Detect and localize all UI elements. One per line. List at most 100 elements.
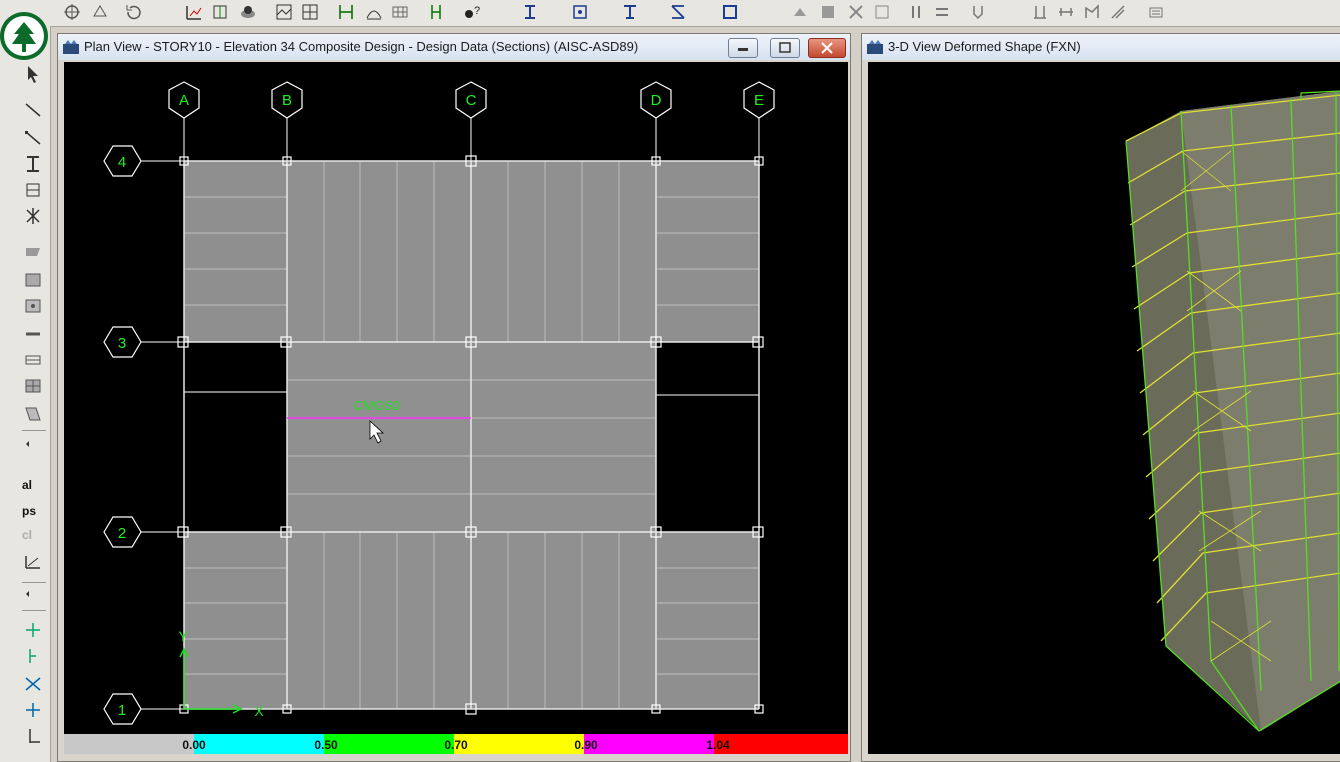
app-logo-icon — [0, 0, 50, 68]
elevation-view-icon[interactable] — [184, 2, 204, 22]
svg-text:?: ? — [474, 5, 480, 17]
move-icon[interactable] — [62, 2, 82, 22]
scroll-arrow-icon[interactable] — [22, 434, 44, 454]
brace-icon[interactable] — [668, 2, 688, 22]
grid-label-b: B — [282, 92, 292, 109]
point-load-icon[interactable] — [818, 2, 838, 22]
3d-canvas[interactable] — [868, 62, 1340, 754]
snap-end-icon[interactable] — [22, 646, 44, 666]
grid-label-2: 2 — [118, 525, 126, 542]
legend-label: 0.90 — [574, 738, 598, 752]
deformed-icon[interactable] — [1030, 2, 1050, 22]
ibeam-icon[interactable] — [520, 2, 540, 22]
legend-swatch-yellow — [454, 734, 584, 754]
draw-frame-icon[interactable] — [22, 128, 44, 148]
close-button[interactable] — [808, 38, 846, 58]
tool-al[interactable]: al — [22, 478, 32, 492]
3d-view-title: 3-D View Deformed Shape (FXN) — [888, 39, 1081, 54]
snap-perpendicular-icon[interactable] — [22, 700, 44, 720]
line-load-icon[interactable] — [846, 2, 866, 22]
snap-icon[interactable] — [22, 552, 44, 572]
mesh-icon[interactable] — [22, 404, 44, 424]
grid-label-d: D — [651, 92, 662, 109]
etabs-window-icon — [63, 40, 79, 54]
stress-icon[interactable] — [1108, 2, 1128, 22]
plan-view-titlebar[interactable]: Plan View - STORY10 - Elevation 34 Compo… — [58, 34, 850, 60]
legend-label: 0.00 — [182, 738, 206, 752]
stress-ratio-legend: 0.00 0.50 0.70 0.90 1.04 — [64, 734, 848, 754]
plan-canvas[interactable]: A B C D E 4 3 2 1 CMGS0 Y X — [64, 62, 848, 734]
slab-area — [656, 532, 759, 709]
maximize-icon — [779, 42, 791, 53]
multi-view-icon[interactable] — [300, 2, 320, 22]
grid-label-a: A — [179, 92, 189, 109]
slab-area — [656, 161, 759, 342]
spandrel-icon[interactable] — [932, 2, 952, 22]
grid-label-c: C — [466, 92, 477, 109]
area-load-icon[interactable] — [872, 2, 892, 22]
rectangle-icon[interactable] — [22, 180, 44, 200]
wall-draw-icon[interactable] — [22, 324, 44, 344]
slab-area — [184, 532, 287, 709]
grid-label-4: 4 — [118, 154, 126, 171]
snap-intersection-icon[interactable] — [22, 674, 44, 694]
design-icon[interactable] — [1146, 2, 1166, 22]
member-forces-icon[interactable] — [1082, 2, 1102, 22]
left-toolbar: al ps cl — [0, 26, 51, 762]
3d-view-titlebar[interactable]: 3-D View Deformed Shape (FXN) — [862, 34, 1340, 60]
section-cut-icon[interactable] — [426, 2, 446, 22]
slab-area — [287, 161, 471, 342]
plan-view-icon[interactable] — [210, 2, 230, 22]
slab-area — [471, 161, 656, 342]
area-rect-icon[interactable] — [22, 270, 44, 290]
window-view-icon[interactable] — [274, 2, 294, 22]
close-icon — [821, 42, 833, 54]
opening-icon[interactable] — [22, 376, 44, 396]
slab-area — [471, 532, 656, 709]
refresh-icon[interactable] — [124, 2, 144, 22]
legend-swatch-green — [324, 734, 454, 754]
section-icon[interactable] — [22, 154, 44, 174]
rotate-icon[interactable] — [90, 2, 110, 22]
save-display-icon[interactable] — [570, 2, 590, 22]
legend-swatch-red — [714, 734, 848, 754]
legend-swatch-magenta — [584, 734, 714, 754]
grid-label-3: 3 — [118, 335, 126, 352]
area-icon[interactable] — [22, 242, 44, 262]
wall-icon[interactable] — [720, 2, 740, 22]
support-icon[interactable] — [790, 2, 810, 22]
column-icon[interactable] — [620, 2, 640, 22]
arc-icon[interactable] — [364, 2, 384, 22]
snap-line-icon[interactable] — [22, 726, 44, 746]
draw-line-icon[interactable] — [22, 100, 44, 120]
3d-view-window: 3-D View Deformed Shape (FXN) — [861, 33, 1340, 762]
plan-view-title: Plan View - STORY10 - Elevation 34 Compo… — [84, 39, 639, 54]
axis-y-label: Y — [178, 628, 188, 644]
query-icon[interactable]: ? — [462, 2, 482, 22]
minimize-button[interactable] — [728, 38, 758, 58]
grid-label-e: E — [754, 92, 764, 109]
snap-point-icon[interactable] — [22, 620, 44, 640]
maximize-button[interactable] — [770, 38, 800, 58]
main-toolbar: ? — [0, 0, 1340, 27]
table-icon[interactable] — [390, 2, 410, 22]
axis-x-label: X — [254, 703, 264, 719]
tool-ps[interactable]: ps — [22, 504, 36, 518]
legend-swatch-gray — [64, 734, 194, 754]
legend-label: 1.04 — [706, 738, 730, 752]
legend-swatch-cyan — [194, 734, 324, 754]
wall-icon[interactable] — [22, 350, 44, 370]
pier-icon[interactable] — [906, 2, 926, 22]
grid-icon[interactable] — [22, 206, 44, 226]
area-click-icon[interactable] — [22, 296, 44, 316]
frame-icon[interactable] — [336, 2, 356, 22]
3d-view-icon[interactable] — [238, 2, 258, 22]
tool-cl[interactable]: cl — [22, 528, 32, 542]
minimize-icon — [738, 48, 748, 51]
analyze-icon[interactable] — [968, 2, 988, 22]
mode-shape-icon[interactable] — [1056, 2, 1076, 22]
beam-section-label: CMGS0 — [354, 398, 400, 413]
etabs-window-icon — [867, 40, 883, 54]
scroll-arrow-icon[interactable] — [22, 584, 44, 604]
legend-label: 0.70 — [444, 738, 468, 752]
